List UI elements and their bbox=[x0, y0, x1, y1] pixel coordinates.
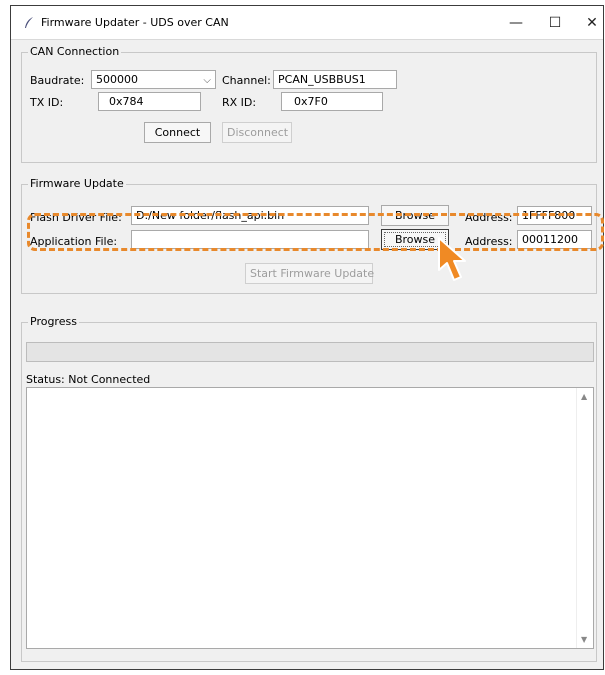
log-text-area[interactable]: ▲ ▼ bbox=[26, 387, 594, 649]
channel-field[interactable]: PCAN_USBBUS1 bbox=[273, 70, 397, 89]
application-address-value: 00011200 bbox=[522, 233, 578, 246]
baudrate-combobox[interactable]: 500000 ⌵ bbox=[91, 70, 216, 89]
chevron-down-icon[interactable]: ⌵ bbox=[203, 72, 211, 88]
cursor-arrow-icon bbox=[438, 237, 466, 281]
firmware-update-group-label: Firmware Update bbox=[28, 177, 126, 190]
progress-bar bbox=[26, 342, 594, 362]
window-title: Firmware Updater - UDS over CAN bbox=[41, 16, 229, 29]
scroll-up-icon[interactable]: ▲ bbox=[581, 392, 587, 401]
channel-value: PCAN_USBBUS1 bbox=[278, 73, 366, 86]
disconnect-button[interactable]: Disconnect bbox=[222, 122, 292, 143]
log-scrollbar[interactable]: ▲ ▼ bbox=[576, 388, 593, 648]
rxid-field[interactable]: 0x7F0 bbox=[281, 92, 383, 111]
title-bar: Firmware Updater - UDS over CAN — ☐ ✕ bbox=[11, 6, 603, 40]
application-file-field[interactable] bbox=[131, 230, 369, 249]
application-browse-label: Browse bbox=[394, 233, 436, 246]
close-button[interactable]: ✕ bbox=[581, 13, 603, 33]
txid-value: 0x784 bbox=[109, 95, 144, 108]
flash-driver-field[interactable]: D:/New folder/flash_api.bin bbox=[131, 206, 369, 225]
rxid-value: 0x7F0 bbox=[294, 95, 328, 108]
baudrate-label: Baudrate: bbox=[30, 74, 85, 87]
txid-label: TX ID: bbox=[30, 96, 64, 109]
application-file-label: Application File: bbox=[30, 235, 118, 248]
flash-driver-value: D:/New folder/flash_api.bin bbox=[136, 209, 285, 222]
rxid-label: RX ID: bbox=[222, 96, 257, 109]
start-firmware-update-button[interactable]: Start Firmware Update bbox=[245, 263, 374, 284]
baudrate-value: 500000 bbox=[96, 73, 138, 86]
flash-driver-browse-button[interactable]: Browse bbox=[381, 205, 449, 226]
txid-field[interactable]: 0x784 bbox=[98, 92, 201, 111]
app-window: Firmware Updater - UDS over CAN — ☐ ✕ CA… bbox=[10, 5, 604, 670]
flash-driver-label: Flash Driver File: bbox=[30, 211, 122, 224]
application-address-field[interactable]: 00011200 bbox=[517, 230, 592, 249]
feather-icon bbox=[25, 17, 33, 28]
progress-group-label: Progress bbox=[28, 315, 79, 328]
flash-address-field[interactable]: 1FFFF800 bbox=[517, 206, 592, 225]
maximize-button[interactable]: ☐ bbox=[544, 13, 566, 33]
scroll-down-icon[interactable]: ▼ bbox=[581, 635, 587, 644]
flash-address-value: 1FFFF800 bbox=[522, 209, 576, 222]
status-text: Status: Not Connected bbox=[26, 373, 151, 386]
minimize-button[interactable]: — bbox=[505, 13, 527, 33]
connect-button[interactable]: Connect bbox=[144, 122, 211, 143]
channel-label: Channel: bbox=[222, 74, 271, 87]
flash-address-label: Address: bbox=[465, 211, 513, 224]
can-connection-group-label: CAN Connection bbox=[28, 45, 122, 58]
